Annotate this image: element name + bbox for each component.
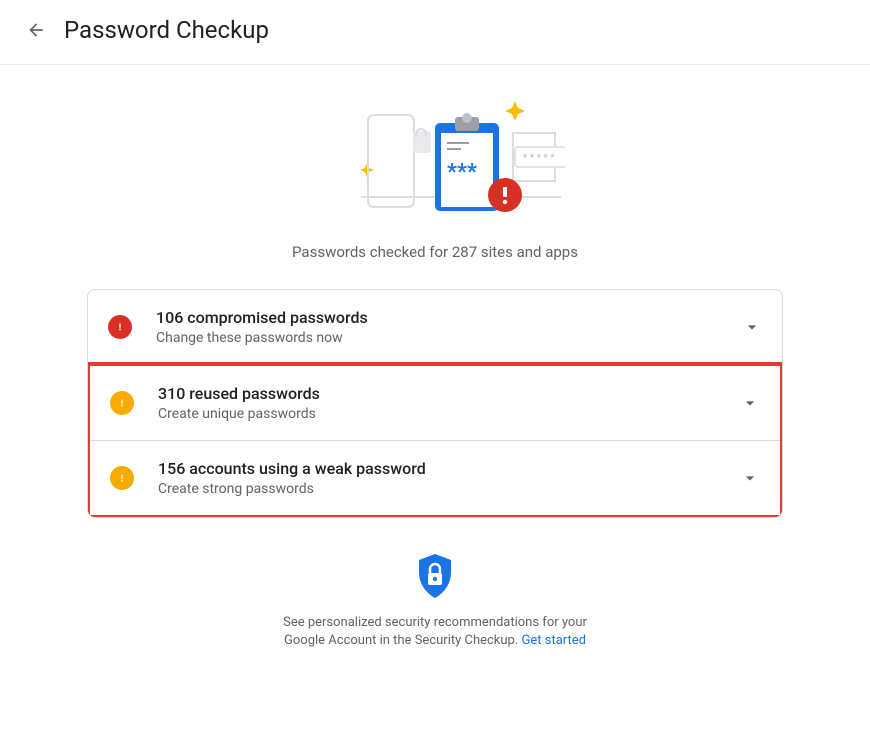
shield-lock-icon xyxy=(417,554,453,598)
page-title: Password Checkup xyxy=(64,16,269,44)
card-title: 106 compromised passwords xyxy=(156,308,742,327)
hero-illustration: * * * * * *** xyxy=(305,93,565,223)
highlight-box: 310 reused passwords Create unique passw… xyxy=(87,362,783,518)
compromised-passwords-card[interactable]: 106 compromised passwords Change these p… xyxy=(88,290,782,364)
chevron-down-icon xyxy=(740,468,760,488)
page-header: Password Checkup xyxy=(0,0,870,65)
main-content: * * * * * *** Passwords checked for 287 … xyxy=(0,65,870,678)
card-subtitle: Change these passwords now xyxy=(156,330,742,346)
card-text: 106 compromised passwords Change these p… xyxy=(156,308,742,346)
card-text: 310 reused passwords Create unique passw… xyxy=(158,384,740,422)
alert-icon xyxy=(108,315,132,339)
svg-text:* * * * *: * * * * * xyxy=(523,153,555,164)
card-subtitle: Create unique passwords xyxy=(158,406,740,422)
card-title: 156 accounts using a weak password xyxy=(158,459,740,478)
chevron-down-icon xyxy=(742,317,762,337)
arrow-back-icon xyxy=(26,20,46,40)
summary-text: Passwords checked for 287 sites and apps xyxy=(292,243,578,261)
cards-container: 106 compromised passwords Change these p… xyxy=(87,289,783,518)
weak-passwords-card[interactable]: 156 accounts using a weak password Creat… xyxy=(90,440,780,515)
footer-section: See personalized security recommendation… xyxy=(275,554,595,650)
get-started-link[interactable]: Get started xyxy=(522,633,586,648)
card-subtitle: Create strong passwords xyxy=(158,481,740,497)
svg-text:***: *** xyxy=(447,160,477,185)
warning-icon xyxy=(110,391,134,415)
warning-icon xyxy=(110,466,134,490)
card-text: 156 accounts using a weak password Creat… xyxy=(158,459,740,497)
card-title: 310 reused passwords xyxy=(158,384,740,403)
reused-passwords-card[interactable]: 310 reused passwords Create unique passw… xyxy=(90,366,780,440)
chevron-down-icon xyxy=(740,393,760,413)
back-button[interactable] xyxy=(24,18,48,42)
footer-text: See personalized security recommendation… xyxy=(275,614,595,650)
